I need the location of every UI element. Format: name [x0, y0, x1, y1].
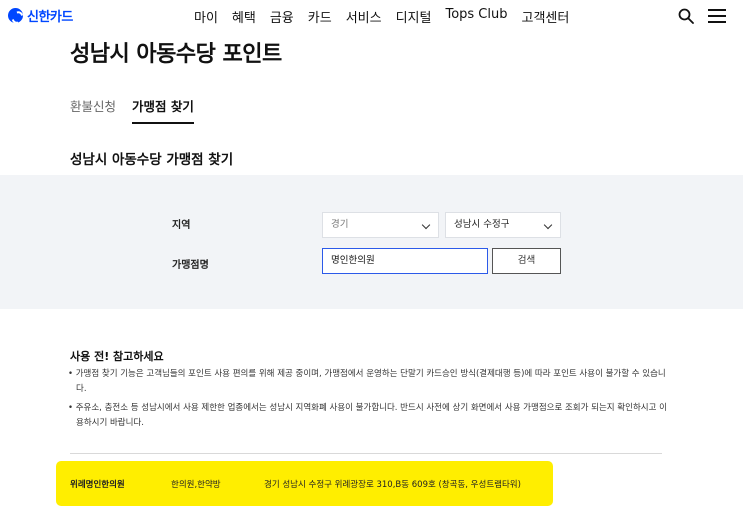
region-city-value: 성남시 수정구 — [454, 219, 510, 230]
merchant-name-label: 가맹점명 — [172, 260, 209, 271]
tab-refund[interactable]: 환불신청 — [70, 96, 116, 124]
region-province-select[interactable]: 경기 — [322, 212, 439, 238]
merchant-name-input[interactable]: 명인한의원 — [322, 248, 488, 274]
nav-item-digital[interactable]: 디지털 — [396, 7, 432, 26]
nav-item-customer-center[interactable]: 고객센터 — [522, 7, 570, 26]
search-button[interactable]: 검색 — [492, 248, 561, 274]
page-title: 성남시 아동수당 포인트 — [70, 42, 282, 67]
result-address: 경기 성남시 수정구 위례광장로 310,B동 609호 (창곡동, 우성트램타… — [264, 480, 521, 490]
nav-item-benefits[interactable]: 혜택 — [232, 7, 256, 26]
notice-item: • 가맹점 찾기 기능은 고객님들의 포인트 사용 편의를 위해 제공 중이며,… — [68, 369, 666, 394]
result-row: 위례명인한의원 한의원,한약방 경기 성남시 수정구 위례광장로 310,B동 … — [70, 478, 521, 490]
region-province-value: 경기 — [331, 219, 349, 230]
nav-item-my[interactable]: 마이 — [194, 7, 218, 26]
logo-text: 신한카드 — [27, 10, 73, 25]
shinhan-card-logo[interactable]: 신한카드 — [8, 6, 73, 25]
notice-title: 사용 전! 참고하세요 — [70, 350, 164, 363]
notice-item: • 주유소, 충전소 등 성남시에서 사용 제한한 업종에서는 성남시 지역화폐… — [68, 403, 667, 428]
result-category: 한의원,한약방 — [171, 480, 221, 490]
hamburger-menu-icon[interactable] — [708, 9, 726, 23]
chevron-down-icon — [421, 220, 431, 230]
chevron-down-icon — [543, 220, 553, 230]
shinhan-logo-icon — [8, 8, 23, 23]
search-icon[interactable] — [678, 8, 694, 24]
section-title: 성남시 아동수당 가맹점 찾기 — [70, 152, 234, 168]
global-header: 신한카드 마이 혜택 금융 카드 서비스 디지털 Tops Club 고객센터 — [0, 0, 743, 34]
region-label: 지역 — [172, 220, 191, 231]
search-panel — [0, 175, 743, 309]
region-city-select[interactable]: 성남시 수정구 — [445, 212, 561, 238]
tab-bar: 환불신청 가맹점 찾기 — [70, 96, 194, 124]
tab-merchant-search[interactable]: 가맹점 찾기 — [132, 96, 194, 124]
divider — [70, 453, 662, 454]
nav-item-service[interactable]: 서비스 — [346, 7, 382, 26]
nav-item-finance[interactable]: 금융 — [270, 7, 294, 26]
result-merchant-name: 위례명인한의원 — [70, 480, 125, 490]
main-nav: 마이 혜택 금융 카드 서비스 디지털 Tops Club 고객센터 — [194, 7, 569, 26]
nav-item-tops-club[interactable]: Tops Club — [445, 7, 507, 26]
nav-item-card[interactable]: 카드 — [308, 7, 332, 26]
